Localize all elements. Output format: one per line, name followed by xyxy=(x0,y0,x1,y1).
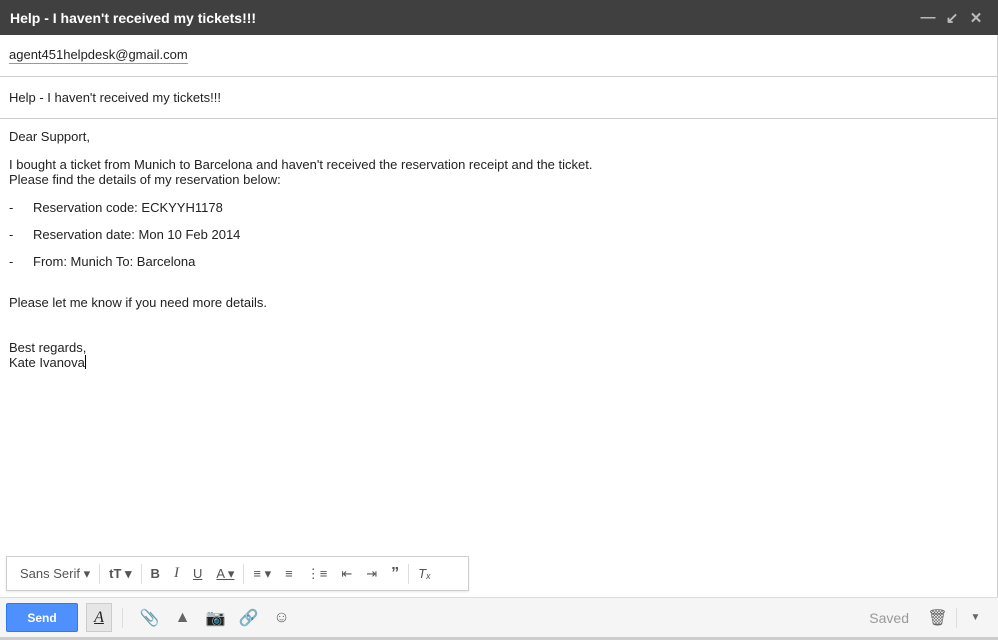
recipient-chip[interactable]: agent451helpdesk@gmail.com xyxy=(9,47,188,64)
attach-icon[interactable]: 📎 xyxy=(133,608,166,628)
underline-icon[interactable]: U xyxy=(186,566,209,581)
text-cursor xyxy=(84,355,86,369)
body-line: Please find the details of my reservatio… xyxy=(9,172,281,187)
send-button[interactable]: Send xyxy=(6,603,78,632)
list-item: - Reservation date: Mon 10 Feb 2014 xyxy=(9,227,241,242)
align-icon[interactable]: ≡ ▾ xyxy=(246,566,278,582)
indent-less-icon[interactable]: ⇤ xyxy=(334,566,359,582)
title-bar: Help - I haven't received my tickets!!! … xyxy=(0,0,998,35)
indent-more-icon[interactable]: ⇥ xyxy=(359,566,384,582)
text-color-icon[interactable]: A ▾ xyxy=(209,566,241,582)
message-body[interactable]: Dear Support, I bought a ticket from Mun… xyxy=(0,119,997,380)
compose-actions: Send A 📎 ▲ 📷 🔗 ☺ Saved 🗑 ▼ xyxy=(0,597,998,640)
minimize-icon[interactable]: — xyxy=(916,9,940,26)
body-line: I bought a ticket from Munich to Barcelo… xyxy=(9,157,593,172)
window-title: Help - I haven't received my tickets!!! xyxy=(10,9,257,26)
subject-field[interactable]: Help - I haven't received my tickets!!! xyxy=(0,77,997,119)
to-field[interactable]: agent451helpdesk@gmail.com xyxy=(0,35,997,77)
close-icon[interactable]: ✕ xyxy=(964,9,988,27)
bulleted-list-icon[interactable]: ⋮≡ xyxy=(300,566,335,582)
formatting-toolbar: Sans Serif ▾ tT ▾ B I U A ▾ ≡ ▾ ≡ ⋮≡ ⇤ ⇥… xyxy=(6,556,469,591)
pop-in-icon[interactable]: ↙ xyxy=(940,9,964,27)
trash-icon[interactable]: 🗑 xyxy=(921,608,954,628)
bold-icon[interactable]: B xyxy=(144,566,167,581)
italic-icon[interactable]: I xyxy=(167,565,186,582)
greeting: Dear Support, xyxy=(9,129,90,144)
subject-text: Help - I haven't received my tickets!!! xyxy=(9,90,222,105)
list-item: - From: Munich To: Barcelona xyxy=(9,254,196,269)
regards: Best regards, xyxy=(9,340,87,355)
numbered-list-icon[interactable]: ≡ xyxy=(278,566,300,581)
remove-formatting-icon[interactable]: Tₓ xyxy=(411,566,438,581)
drive-icon[interactable]: ▲ xyxy=(166,609,199,627)
font-select[interactable]: Sans Serif ▾ xyxy=(13,566,97,582)
camera-icon[interactable]: 📷 xyxy=(199,608,232,628)
saved-status: Saved xyxy=(869,609,909,626)
closing: Please let me know if you need more deta… xyxy=(9,295,267,310)
quote-icon[interactable]: ” xyxy=(384,565,406,583)
emoji-icon[interactable]: ☺ xyxy=(265,609,298,627)
signature: Kate Ivanova xyxy=(9,355,85,370)
link-icon[interactable]: 🔗 xyxy=(232,608,265,628)
formatting-toggle-icon[interactable]: A xyxy=(86,603,112,632)
font-size-icon[interactable]: tT ▾ xyxy=(102,566,138,582)
more-options-icon[interactable]: ▼ xyxy=(959,612,992,623)
list-item: - Reservation code: ECKYYH1178 xyxy=(9,200,223,215)
